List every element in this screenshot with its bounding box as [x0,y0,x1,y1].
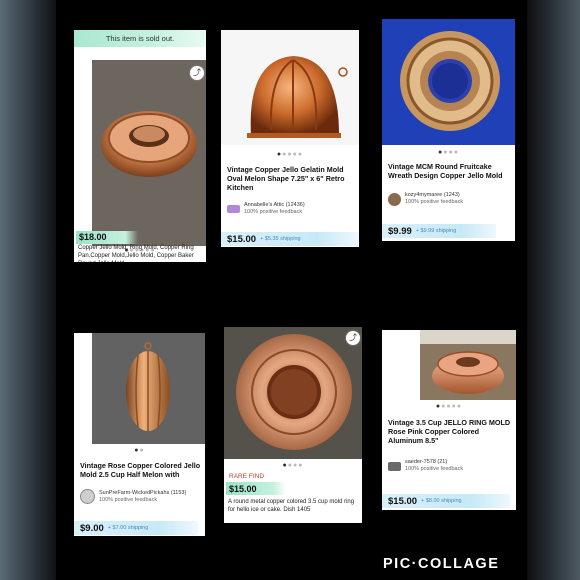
description: A round metal copper colored 3.5 cup mol… [228,499,355,513]
background-left [0,0,56,580]
listing-card-5[interactable]: ⤴ ●●●● RARE FIND $15.00 A round metal co… [224,327,362,523]
seller-info[interactable]: saeder-7578 (21) 100% positive feedback [388,459,463,473]
background-right [527,0,580,580]
seller-feedback: 100% positive feedback [405,199,464,205]
carousel-dots[interactable]: ●● [74,447,205,454]
seller-feedback: 100% positive feedback [405,466,464,472]
seller-info[interactable]: Annabelle's Attic (12436) 100% positive … [227,202,305,216]
wreath-mold-image [382,19,515,145]
seller-info[interactable]: kozy4mymaree (1243) 100% positive feedba… [388,192,463,206]
listing-title[interactable]: Vintage Copper Jello Gelatin Mold Oval M… [227,165,357,192]
tag-label: RARE FIND [229,473,265,480]
seller-avatar [388,461,401,471]
product-photo[interactable] [224,327,362,459]
seller-info[interactable]: SunPreFarm-WickedPickahs (1153) 100% pos… [80,489,186,504]
price-bar: $9.00 + $7.00 shipping [74,521,198,535]
pic-collage-watermark: PIC·COLLAGE [383,556,500,572]
share-icon[interactable]: ⤴ [190,66,204,80]
seller-avatar [227,205,240,213]
half-melon-mold-image [92,333,205,444]
product-photo[interactable] [382,19,515,145]
price-bar: $9.99 + $9.99 shipping [382,224,496,238]
listing-card-4[interactable]: ●● Vintage Rose Copper Colored Jello Mol… [74,333,205,536]
sold-out-banner: This item is sold out. [74,30,206,47]
shipping: + $9.99 shipping [415,228,457,234]
listing-title[interactable]: Vintage 3.5 Cup JELLO RING MOLD Rose Pin… [388,418,514,445]
shipping: + $5.35 shipping [260,236,301,242]
melon-mold-image [247,56,348,138]
product-photo[interactable] [92,60,206,246]
product-photo[interactable] [420,330,516,400]
round-ring-mold-image [224,327,362,459]
carousel-dots[interactable]: ●●●● [224,462,362,469]
listing-title[interactable]: Vintage Rose Copper Colored Jello Mold 2… [80,461,203,481]
listing-card-2[interactable]: ●●●●● Vintage Copper Jello Gelatin Mold … [221,30,359,247]
carousel-dots[interactable]: ●●●●● [221,151,359,158]
seller-name: kozy4mymaree (1243) [405,192,460,198]
seller-feedback: 100% positive feedback [99,496,158,503]
share-icon[interactable]: ⤴ [346,331,360,345]
description: Copper Jello Mold, Ring Mold, Copper Rin… [78,245,194,262]
carousel-dots[interactable]: ●●●●● [382,403,516,410]
shipping: + $8.00 shipping [421,498,462,504]
price-bar: $15.00 + $8.00 shipping [382,494,510,508]
ring-mold-image [420,330,516,400]
seller-avatar [388,192,401,206]
product-photo[interactable] [221,30,359,145]
ring-mold-image [92,60,206,246]
listing-title[interactable]: Vintage MCM Round Fruitcake Wreath Desig… [388,162,513,180]
price: $18.00 [79,232,107,242]
price: $9.99 [388,225,412,237]
price: $9.00 [80,522,104,534]
seller-feedback: 100% positive feedback [244,209,303,215]
seller-avatar [80,489,95,504]
listing-card-6[interactable]: ●●●●● Vintage 3.5 Cup JELLO RING MOLD Ro… [382,330,516,510]
product-photo[interactable] [92,333,205,444]
seller-name: Annabelle's Attic (12436) [244,202,305,208]
seller-name: SunPreFarm-WickedPickahs (1153) [99,489,187,496]
seller-name: saeder-7578 (21) [405,459,448,465]
price-bar: $15.00 + $5.35 shipping [221,232,359,246]
price: $15.00 [227,233,257,245]
listing-card-3[interactable]: ●●●● Vintage MCM Round Fruitcake Wreath … [382,19,515,241]
listing-card-1[interactable]: This item is sold out. ⤴ ●●●●●● $18.00 C… [74,30,206,262]
shipping: + $7.00 shipping [107,525,149,531]
price: $15.00 [388,495,418,507]
carousel-dots[interactable]: ●●●● [382,149,515,156]
price: $15.00 [229,484,257,494]
